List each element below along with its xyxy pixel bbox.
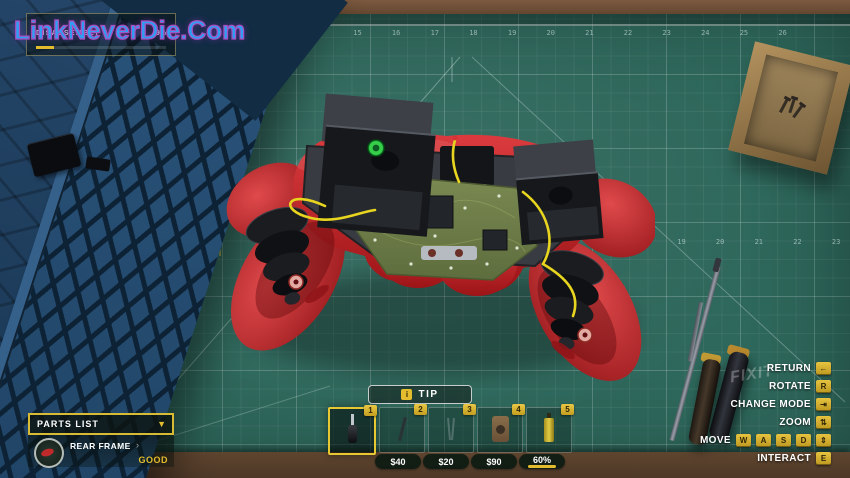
- keybind-label: INTERACT: [757, 453, 811, 464]
- price-badge: $90: [471, 454, 517, 469]
- arrows-key-icon: ⇕: [816, 434, 831, 447]
- hotbar-slot-screwdriver[interactable]: 1: [328, 407, 376, 455]
- slot-number-badge: 1: [364, 405, 377, 416]
- part-condition-badge: GOOD: [138, 455, 168, 465]
- s-key-icon: S: [776, 434, 791, 447]
- capacity-value: 60%: [533, 455, 551, 465]
- tool-hotbar: 1 2 3 4 5: [328, 407, 572, 455]
- keybind-interact: INTERACT E: [757, 452, 831, 465]
- hud-overlay: DISASSEMBLY 9% LinkNeverDie.Com FIXIT PA…: [0, 0, 850, 478]
- scroll-key-icon: ⇅: [816, 416, 831, 429]
- e-key-icon: E: [816, 452, 831, 465]
- tool-price-row: $40 $20 $90 60%: [375, 454, 566, 469]
- keybind-label: ROTATE: [769, 381, 811, 392]
- slot-number-badge: 5: [561, 404, 574, 415]
- hotbar-slot-sander[interactable]: 4: [477, 407, 523, 453]
- keybind-move: MOVE W A S D ⇕: [700, 434, 831, 447]
- keybind-label: MOVE: [700, 435, 731, 446]
- parts-list-header[interactable]: PARTS LIST ▼: [28, 413, 174, 435]
- capacity-badge: 60%: [519, 454, 565, 469]
- keybind-rotate: ROTATE R: [769, 380, 831, 393]
- r-key-icon: R: [816, 380, 831, 393]
- parts-list-title: PARTS LIST: [37, 419, 99, 429]
- keybind-label: CHANGE MODE: [730, 399, 811, 410]
- keybind-zoom: ZOOM ⇅: [779, 416, 831, 429]
- game-screen: 13 14 15 16 17 18 19 20 21 22 23 24 25 2…: [0, 0, 850, 478]
- hotbar-slot-lubricant-spray[interactable]: 5: [526, 407, 572, 453]
- price-badge: $40: [375, 454, 421, 469]
- keybind-help: RETURN ← ROTATE R CHANGE MODE ⇥ ZOOM ⇅ M…: [700, 362, 831, 465]
- disassembly-progress-fill: [36, 46, 54, 49]
- slot-number-badge: 3: [463, 404, 476, 415]
- tip-button[interactable]: i TIP: [368, 385, 472, 404]
- price-badge: $20: [423, 454, 469, 469]
- tip-label: TIP: [418, 389, 438, 400]
- tab-key-icon: ⇥: [816, 398, 831, 411]
- disassembly-progress-track: [36, 46, 166, 49]
- part-thumbnail-icon: [34, 438, 64, 468]
- site-watermark: LinkNeverDie.Com: [14, 15, 245, 46]
- hotbar-slot-pry-tool[interactable]: 2: [379, 407, 425, 453]
- slot-number-badge: 4: [512, 404, 525, 415]
- keybind-label: RETURN: [767, 363, 811, 374]
- parts-list-panel: PARTS LIST ▼ REAR FRAME › GOOD: [28, 413, 174, 467]
- capacity-bar: [528, 465, 556, 468]
- a-key-icon: A: [756, 434, 771, 447]
- backspace-key-icon: ←: [816, 362, 831, 375]
- d-key-icon: D: [796, 434, 811, 447]
- hotbar-slot-tweezers[interactable]: 3: [428, 407, 474, 453]
- keybind-label: ZOOM: [779, 417, 811, 428]
- keybind-return: RETURN ←: [767, 362, 831, 375]
- w-key-icon: W: [736, 434, 751, 447]
- slot-number-badge: 2: [414, 404, 427, 415]
- chevron-down-icon[interactable]: ▼: [157, 419, 166, 429]
- keybind-change-mode: CHANGE MODE ⇥: [730, 398, 831, 411]
- parts-list-item[interactable]: REAR FRAME › GOOD: [28, 435, 174, 467]
- part-name: REAR FRAME: [70, 441, 131, 451]
- info-icon: i: [401, 389, 412, 400]
- chevron-right-icon: ›: [136, 440, 139, 450]
